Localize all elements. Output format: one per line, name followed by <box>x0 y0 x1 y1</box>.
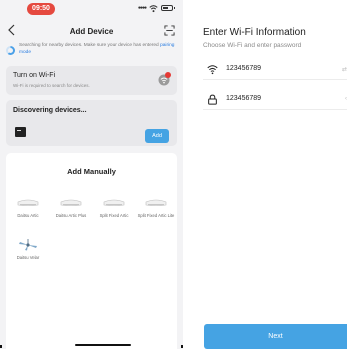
product-name: Split Fixed Artic Lite <box>137 213 175 218</box>
air-conditioner-icon <box>17 199 39 207</box>
product-split-fixed-artic-lite[interactable]: Split Fixed Artic Lite <box>137 197 175 219</box>
search-status-text: Searching for nearby devices. Make sure … <box>19 43 178 56</box>
edge-mark <box>181 345 183 348</box>
signal-icon: ●●●● <box>137 5 147 11</box>
status-time: 09:50 <box>27 3 55 15</box>
wifi-password-field[interactable]: 123456789 ‹ <box>203 90 347 110</box>
wifi-card-subtitle: Wi-Fi is required to search for devices. <box>13 83 90 88</box>
add-button[interactable]: Add <box>145 129 169 143</box>
air-conditioner-icon <box>60 199 82 207</box>
wifi-info-subtitle: Choose Wi-Fi and enter password <box>203 42 302 49</box>
status-icons: ●●●● <box>137 3 175 13</box>
add-device-screen: 09:50 ●●●● Add Device Searching for near… <box>0 0 183 349</box>
edge-mark <box>0 345 2 348</box>
product-split-fixed-artic[interactable]: Split Fixed Artic <box>95 197 133 219</box>
battery-icon <box>161 5 175 11</box>
lock-icon <box>208 94 217 105</box>
wifi-network-field[interactable]: 123456789 ⇄ <box>203 60 347 80</box>
wifi-icon <box>207 65 218 75</box>
switch-network-icon[interactable]: ⇄ <box>342 66 347 73</box>
wifi-password-value: 123456789 <box>226 95 262 102</box>
loading-spinner-icon <box>6 46 15 55</box>
product-name: Daitsu Artic Plus <box>55 213 87 218</box>
discovering-title: Discovering devices... <box>13 107 87 114</box>
product-name: Daitsu Velar <box>16 255 40 260</box>
wifi-status-icon <box>149 4 158 12</box>
scan-icon[interactable] <box>164 25 175 36</box>
alert-badge <box>165 72 171 78</box>
product-daitsu-artic[interactable]: Daitsu Artic <box>9 197 47 219</box>
add-manually-panel: Add Manually Daitsu Artic Daitsu Artic P… <box>6 153 177 349</box>
product-name: Daitsu Artic <box>17 213 39 218</box>
discovered-device-icon[interactable] <box>15 127 26 137</box>
ceiling-fan-icon <box>19 239 37 251</box>
product-name: Split Fixed Artic <box>99 213 129 218</box>
search-banner: Searching for nearby devices. Make sure … <box>6 42 178 60</box>
page-title: Add Device <box>69 27 114 36</box>
next-button[interactable]: Next <box>204 324 347 349</box>
discovering-devices-card: Discovering devices... Add <box>6 100 177 146</box>
search-message: Searching for nearby devices. Make sure … <box>19 43 159 48</box>
wifi-info-title: Enter Wi-Fi Information <box>203 27 306 38</box>
status-bar: 09:50 ●●●● <box>0 0 183 16</box>
wifi-card-title: Turn on Wi-Fi <box>13 72 56 79</box>
product-daitsu-velar[interactable]: Daitsu Velar <box>9 239 47 261</box>
add-manually-title: Add Manually <box>67 167 116 176</box>
nav-bar: Add Device <box>0 22 183 40</box>
wifi-info-screen: Enter Wi-Fi Information Choose Wi-Fi and… <box>192 0 347 349</box>
wifi-ssid-value: 123456789 <box>226 65 262 72</box>
air-conditioner-icon <box>103 199 125 207</box>
home-indicator <box>75 344 131 346</box>
product-daitsu-artic-plus[interactable]: Daitsu Artic Plus <box>52 197 90 219</box>
air-conditioner-icon <box>145 199 167 207</box>
turn-on-wifi-card[interactable]: Turn on Wi-Fi Wi-Fi is required to searc… <box>6 66 177 95</box>
